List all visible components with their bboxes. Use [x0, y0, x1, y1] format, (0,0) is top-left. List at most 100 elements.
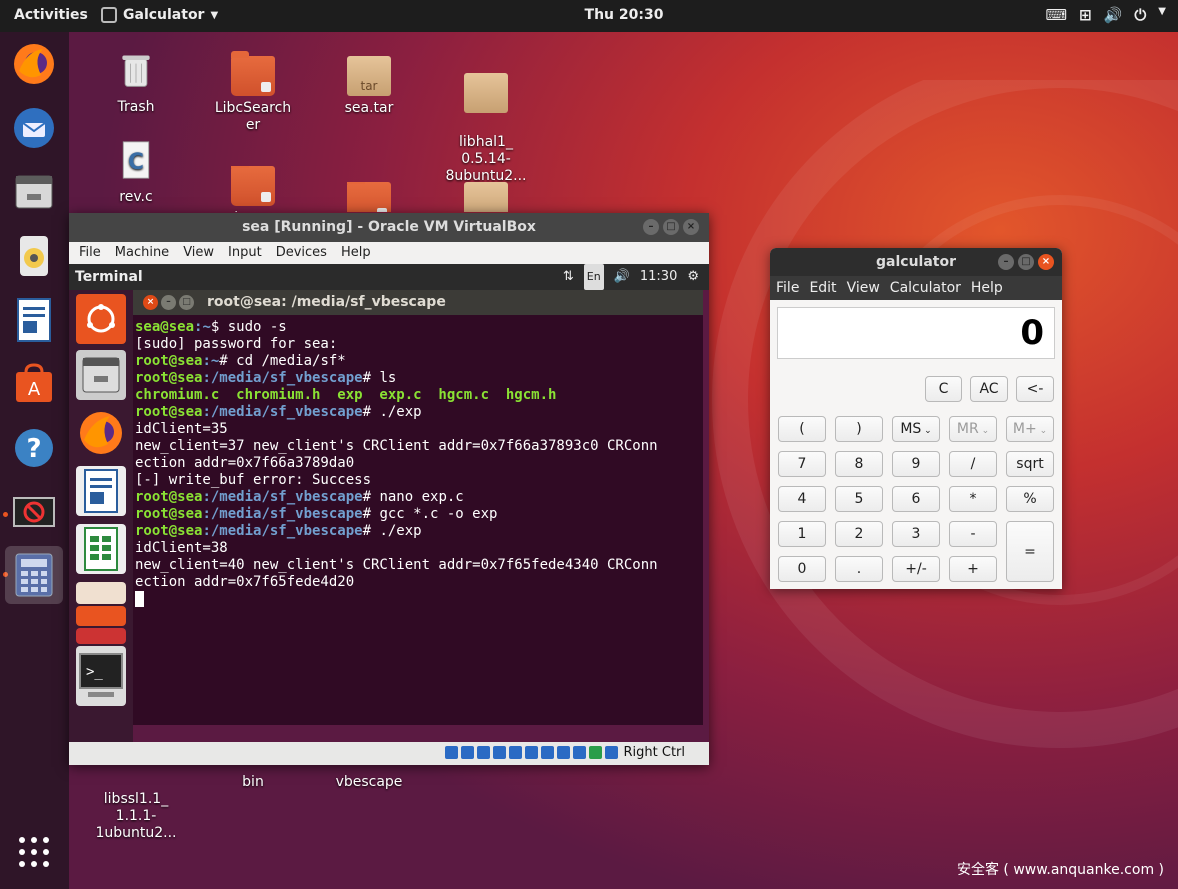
- menu-view[interactable]: View: [847, 276, 880, 300]
- minimize-button[interactable]: –: [161, 295, 176, 310]
- chevron-down-icon[interactable]: ▼: [1158, 6, 1166, 24]
- desktop-icon-libcsearcher[interactable]: LibcSearcher: [203, 51, 303, 134]
- terminal-launcher-icon[interactable]: >_: [76, 646, 126, 706]
- minimize-button[interactable]: –: [643, 219, 659, 235]
- menu-edit[interactable]: Edit: [809, 276, 836, 300]
- show-applications-icon[interactable]: [8, 826, 60, 878]
- power-icon[interactable]: ⏻: [1134, 6, 1146, 24]
- menu-help[interactable]: Help: [341, 242, 371, 264]
- open-paren-button[interactable]: (: [778, 416, 826, 442]
- add-button[interactable]: +: [949, 556, 997, 582]
- network-transfer-icon[interactable]: ⇅: [563, 264, 574, 290]
- close-paren-button[interactable]: ): [835, 416, 883, 442]
- gear-icon[interactable]: ⚙: [687, 264, 699, 290]
- memory-recall-button[interactable]: MR ⌄: [949, 416, 997, 442]
- minimize-button[interactable]: –: [998, 254, 1014, 270]
- menu-machine[interactable]: Machine: [115, 242, 169, 264]
- memory-store-button[interactable]: MS ⌄: [892, 416, 940, 442]
- clock[interactable]: Thu 20:30: [560, 7, 688, 23]
- virtualbox-vm-icon[interactable]: [8, 486, 60, 538]
- digit-9-button[interactable]: 9: [892, 451, 940, 477]
- desktop-icon-libhal1[interactable]: libhal1_ 0.5.14- 8ubuntu2...: [436, 56, 536, 202]
- digit-1-button[interactable]: 1: [778, 521, 826, 547]
- volume-icon[interactable]: 🔊: [1104, 6, 1123, 24]
- digit-6-button[interactable]: 6: [892, 486, 940, 512]
- software-icon[interactable]: [76, 606, 126, 626]
- terminal-window[interactable]: × – □ root@sea: /media/sf_vbescape sea@s…: [133, 290, 703, 725]
- close-button[interactable]: ×: [143, 295, 158, 310]
- multiply-button[interactable]: *: [949, 486, 997, 512]
- menu-file[interactable]: File: [776, 276, 799, 300]
- activities-button[interactable]: Activities: [14, 7, 88, 23]
- vt-x-icon[interactable]: [572, 746, 586, 759]
- files-icon[interactable]: [76, 350, 126, 400]
- desktop-icon-sea-tar[interactable]: tar sea.tar: [319, 56, 419, 117]
- writer-icon[interactable]: [8, 294, 60, 346]
- firefox-icon[interactable]: [8, 38, 60, 90]
- desktop-icon-vbescape[interactable]: vbescape: [319, 774, 419, 791]
- backspace-button[interactable]: <-: [1016, 376, 1054, 402]
- galculator-dock-icon[interactable]: [5, 546, 63, 604]
- menu-view[interactable]: View: [183, 242, 214, 264]
- subtract-button[interactable]: -: [949, 521, 997, 547]
- mouse-integration-icon[interactable]: [604, 746, 618, 759]
- maximize-button[interactable]: □: [179, 295, 194, 310]
- window-titlebar[interactable]: sea [Running] - Oracle VM VirtualBox – □…: [69, 213, 709, 242]
- display-icon[interactable]: [540, 746, 554, 759]
- ubuntu-logo-icon[interactable]: [76, 294, 126, 344]
- desktop-icon-rev-c[interactable]: C rev.c: [86, 140, 186, 206]
- system-tray[interactable]: ⌨ ⊞ 🔊 ⏻ ▼: [1046, 6, 1167, 24]
- digit-5-button[interactable]: 5: [835, 486, 883, 512]
- network-icon[interactable]: [492, 746, 506, 759]
- maximize-button[interactable]: □: [663, 219, 679, 235]
- optical-drive-icon[interactable]: [460, 746, 474, 759]
- rhythmbox-icon[interactable]: [8, 230, 60, 282]
- writer-icon[interactable]: [76, 466, 126, 516]
- guest-app-name[interactable]: Terminal: [75, 269, 143, 285]
- sign-toggle-button[interactable]: +/-: [892, 556, 940, 582]
- divide-button[interactable]: /: [949, 451, 997, 477]
- firefox-icon[interactable]: [76, 408, 126, 458]
- digit-8-button[interactable]: 8: [835, 451, 883, 477]
- digit-7-button[interactable]: 7: [778, 451, 826, 477]
- desktop-icon-package[interactable]: [436, 182, 536, 212]
- virtualbox-window[interactable]: sea [Running] - Oracle VM VirtualBox – □…: [69, 213, 709, 765]
- input-language[interactable]: En: [583, 264, 604, 290]
- close-button[interactable]: ×: [1038, 254, 1054, 270]
- menu-calculator[interactable]: Calculator: [890, 276, 961, 300]
- desktop-icon-libssl[interactable]: libssl1.1_ 1.1.1- 1ubuntu2...: [86, 774, 186, 859]
- desktop-icon-bin[interactable]: bin: [203, 774, 303, 791]
- recording-icon[interactable]: [556, 746, 570, 759]
- audio-icon[interactable]: [476, 746, 490, 759]
- menu-help[interactable]: Help: [971, 276, 1003, 300]
- desktop-icon-folder[interactable]: [319, 182, 419, 212]
- menu-file[interactable]: File: [79, 242, 101, 264]
- clear-button[interactable]: C: [925, 376, 962, 402]
- calc-spreadsheet-icon[interactable]: [76, 524, 126, 574]
- hard-disk-icon[interactable]: [444, 746, 458, 759]
- guest-additions-icon[interactable]: [588, 746, 602, 759]
- terminal-output[interactable]: sea@sea:~$ sudo -s [sudo] password for se…: [133, 315, 703, 608]
- thunderbird-icon[interactable]: [8, 102, 60, 154]
- terminal-titlebar[interactable]: × – □ root@sea: /media/sf_vbescape: [133, 290, 703, 315]
- desktop-icon-chrome[interactable]: chrome: [203, 166, 303, 212]
- usb-icon[interactable]: [508, 746, 522, 759]
- decimal-point-button[interactable]: .: [835, 556, 883, 582]
- tools-icon[interactable]: [76, 628, 126, 644]
- memory-add-button[interactable]: M+ ⌄: [1006, 416, 1054, 442]
- all-clear-button[interactable]: AC: [970, 376, 1008, 402]
- network-icon[interactable]: ⊞: [1079, 6, 1092, 24]
- menu-devices[interactable]: Devices: [276, 242, 327, 264]
- software-center-icon[interactable]: A: [8, 358, 60, 410]
- equals-button[interactable]: =: [1006, 521, 1054, 582]
- sqrt-button[interactable]: sqrt: [1006, 451, 1054, 477]
- desktop-icon-trash[interactable]: Trash: [86, 50, 186, 116]
- guest-clock[interactable]: 11:30: [640, 264, 677, 290]
- digit-4-button[interactable]: 4: [778, 486, 826, 512]
- volume-icon[interactable]: 🔊: [614, 264, 630, 290]
- files-icon[interactable]: [8, 166, 60, 218]
- close-button[interactable]: ×: [683, 219, 699, 235]
- digit-0-button[interactable]: 0: [778, 556, 826, 582]
- app-menu[interactable]: Galculator ▼: [101, 7, 218, 23]
- impress-icon[interactable]: [76, 582, 126, 604]
